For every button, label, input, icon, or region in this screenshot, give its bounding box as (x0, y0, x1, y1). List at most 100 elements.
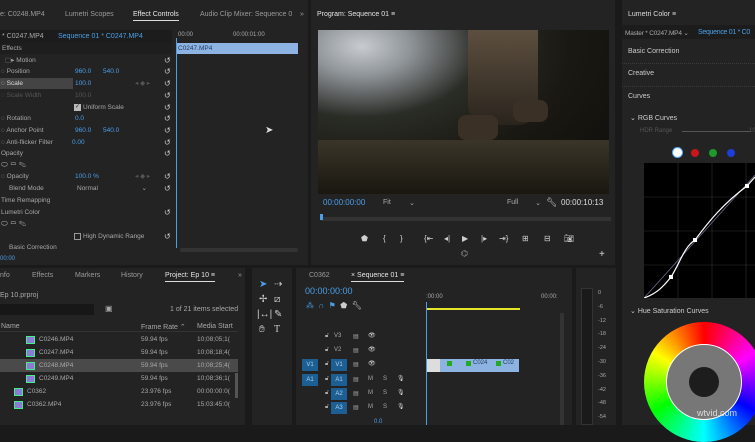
time-remapping-row[interactable]: Time Remapping (0, 195, 172, 206)
solo-button[interactable]: S (383, 390, 387, 396)
curve-point[interactable] (669, 275, 673, 279)
sync-lock-icon[interactable]: ▤ (353, 333, 359, 340)
project-item[interactable]: C0362.MP4 23.976 fps 15:03:45:0( (0, 398, 238, 411)
hue-sat-toggle[interactable]: ⌄ Hue Saturation Curves (630, 307, 709, 315)
project-item[interactable]: C0248.MP4 59.94 fps 10;08;25;4( (0, 359, 238, 372)
type-tool-icon[interactable]: T (274, 324, 280, 335)
hdr-range-slider[interactable] (682, 131, 750, 132)
timeline-timecode[interactable]: 00:00:00:00 (305, 286, 353, 296)
lumetri-master-clip[interactable]: Master * C0247.MP4 ⌄ (625, 29, 689, 37)
mix-value[interactable]: 0.0 (374, 419, 382, 425)
uniform-scale-checkbox[interactable]: ✓ (74, 104, 81, 111)
eye-icon[interactable]: 👁︎ (368, 360, 376, 367)
linked-selection-icon[interactable]: ⚑ (329, 301, 336, 310)
mic-icon[interactable]: 🎙︎ (397, 375, 405, 382)
mute-button[interactable]: M (368, 390, 373, 396)
go-to-out-button[interactable]: ⇥} (499, 234, 508, 243)
pen-mask-icon[interactable]: ✎ (19, 219, 26, 228)
work-area-bar[interactable] (427, 308, 520, 310)
master-clip-label[interactable]: * C0247.MP4 (2, 33, 44, 40)
mute-button[interactable]: M (368, 404, 373, 410)
hand-tool-icon[interactable]: ✋︎ (259, 324, 265, 335)
add-button[interactable]: + (599, 249, 605, 260)
extract-button[interactable]: ⊟ (544, 234, 551, 243)
add-marker-icon[interactable]: ⬟ (340, 301, 347, 310)
wrench-icon[interactable]: 🔧︎ (546, 197, 557, 208)
tab-effects[interactable]: Effects (32, 272, 53, 279)
position-y-value[interactable]: 540.0 (103, 66, 119, 77)
reset-icon[interactable]: ↺ (164, 102, 171, 113)
sync-lock-icon[interactable]: ▤ (353, 347, 359, 354)
program-timecode[interactable]: 00:00:00:00 (323, 198, 365, 207)
sequence-clip-label[interactable]: Sequence 01 * C0247.MP4 (58, 33, 143, 40)
timeline-vscroll[interactable] (560, 313, 564, 425)
lock-icon[interactable]: 🔓︎ (325, 376, 329, 383)
reset-icon[interactable]: ↺ (164, 137, 171, 148)
sync-lock-icon[interactable]: ▤ (353, 404, 359, 411)
step-back-button[interactable]: ◂| (444, 234, 450, 243)
hdr-checkbox[interactable] (74, 233, 81, 240)
antiflicker-value[interactable]: 0.00 (72, 137, 85, 148)
solo-button[interactable]: S (383, 376, 387, 382)
ripple-edit-tool-icon[interactable]: ✢ (259, 294, 267, 305)
nest-icon[interactable]: ⁂ (306, 301, 314, 310)
channel-red[interactable] (691, 149, 699, 157)
reset-icon[interactable]: ↺ (164, 90, 171, 101)
tab-lumetri-scopes[interactable]: Lumetri Scopes (65, 11, 114, 18)
track-target[interactable]: A1 (331, 374, 347, 386)
vr-button[interactable]: ⌬ (461, 249, 468, 258)
tab-info[interactable]: nfo (0, 272, 10, 279)
track-target[interactable]: V3 (334, 333, 341, 339)
position-x-value[interactable]: 960.0 (75, 66, 91, 77)
track-target[interactable]: V2 (334, 347, 341, 353)
curve-point[interactable] (745, 184, 749, 188)
channel-green[interactable] (709, 149, 717, 157)
curves-section[interactable]: Curves (628, 93, 650, 100)
reset-icon[interactable]: ↺ (164, 125, 171, 136)
eye-icon[interactable]: 👁︎ (368, 346, 376, 353)
tab-project[interactable]: Project: Ep 10 ≡ (165, 272, 215, 282)
curve-point[interactable] (693, 238, 697, 242)
reset-icon[interactable]: ↺ (164, 113, 171, 124)
track-target[interactable]: V1 (331, 359, 347, 371)
tab-history[interactable]: History (121, 272, 143, 279)
lock-icon[interactable]: 🔓︎ (325, 404, 329, 411)
quality-dropdown[interactable]: Full ⌄ (507, 199, 541, 207)
reset-icon[interactable]: ↺ (164, 231, 171, 242)
new-bin-icon[interactable]: ▣ (105, 304, 113, 313)
go-to-in-button[interactable]: {⇤ (424, 234, 433, 243)
program-title[interactable]: Program: Sequence 01 ≡ (317, 11, 395, 20)
rotation-value[interactable]: 0.0 (75, 113, 84, 124)
opacity-value[interactable]: 100.0 % (75, 171, 99, 182)
reset-icon[interactable]: ↺ (164, 207, 171, 218)
hdr-range-value[interactable]: 10 (749, 128, 755, 134)
tab-c0362[interactable]: C0362 (309, 272, 330, 279)
more-tabs-button[interactable]: » (300, 11, 304, 18)
sync-lock-icon[interactable]: ▤ (353, 390, 359, 397)
column-media-start[interactable]: Media Start (197, 323, 233, 330)
project-item[interactable]: C0247.MP4 59.94 fps 10;08;18;4( (0, 346, 238, 359)
ellipse-mask-icon[interactable]: ⬭ (1, 160, 8, 169)
eye-icon[interactable]: 👁︎ (368, 332, 376, 339)
export-frame-button[interactable]: 📷︎ (564, 234, 574, 243)
creative-section[interactable]: Creative (628, 70, 654, 77)
track-select-tool-icon[interactable]: ⇢ (274, 279, 282, 290)
mic-icon[interactable]: 🎙︎ (397, 389, 405, 396)
project-search-input[interactable] (0, 304, 94, 315)
reset-icon[interactable]: ↺ (164, 171, 171, 182)
tab-sequence-01[interactable]: × Sequence 01 ≡ (351, 272, 405, 282)
more-tabs-button[interactable]: » (238, 272, 242, 279)
reset-icon[interactable]: ↺ (164, 55, 171, 66)
lumetri-title[interactable]: Lumetri Color ≡ (628, 11, 676, 18)
tab-audio-clip-mixer[interactable]: Audio Clip Mixer: Sequence 0 (200, 11, 292, 18)
mark-in-button[interactable]: { (383, 234, 386, 243)
opacity-section[interactable]: Opacity ↺ (0, 148, 172, 159)
column-name[interactable]: Name (1, 323, 20, 330)
ec-timecode[interactable]: 00:00 (0, 256, 15, 262)
sync-lock-icon[interactable]: ▤ (353, 361, 359, 368)
ec-scrollbar[interactable] (180, 248, 298, 252)
mute-button[interactable]: M (368, 376, 373, 382)
rgb-curve-graph[interactable] (644, 163, 755, 298)
scale-value[interactable]: 100.0 (75, 78, 91, 89)
ec-playhead[interactable] (176, 38, 177, 248)
